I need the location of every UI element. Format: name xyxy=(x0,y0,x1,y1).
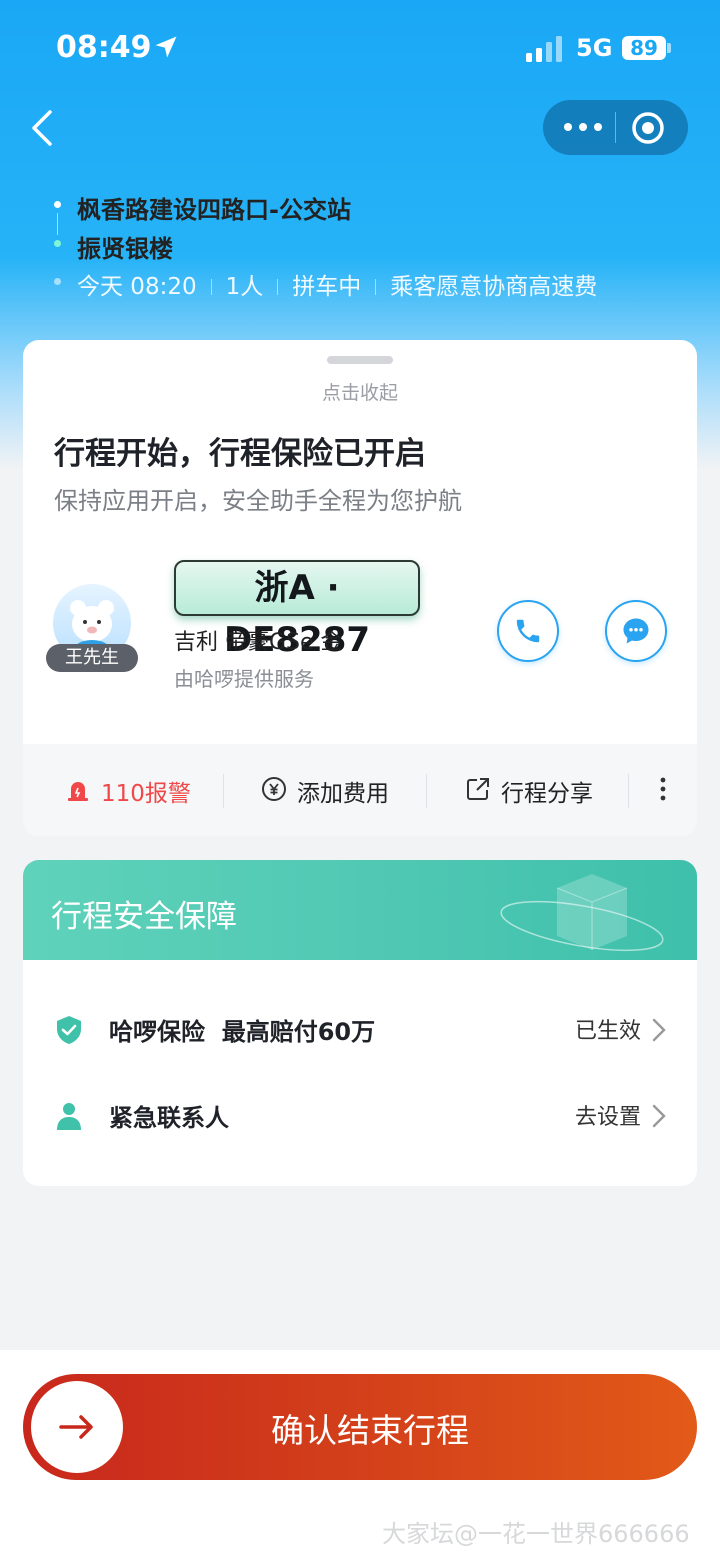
vertical-dots-icon[interactable] xyxy=(653,774,673,804)
route-line xyxy=(57,213,58,235)
trip-passengers: 1人 xyxy=(225,274,264,300)
emergency-contact-status: 去设置 xyxy=(574,1105,641,1130)
route-dot-meta xyxy=(54,278,61,285)
trip-mode: 拼车中 xyxy=(292,274,362,300)
trip-time: 今天 08:20 xyxy=(77,274,197,300)
service-provider: 由哈啰提供服务 xyxy=(174,667,314,691)
trip-origin: 枫香路建设四路口-公交站 xyxy=(77,196,351,224)
insurance-row[interactable]: 哈啰保险 最高赔付60万 已生效 xyxy=(23,1000,697,1060)
insurance-label: 哈啰保险 最高赔付60万 xyxy=(109,1018,376,1046)
location-arrow-icon xyxy=(155,36,177,58)
emergency-contact-row[interactable]: 紧急联系人 去设置 xyxy=(23,1086,697,1146)
license-plate: 浙A · DE8287 xyxy=(174,560,420,660)
battery-tip xyxy=(667,43,671,53)
share-icon xyxy=(467,778,489,800)
safety-title: 行程安全保障 xyxy=(51,899,237,935)
route-dot-start xyxy=(54,201,61,208)
mini-program-capsule xyxy=(543,100,688,155)
status-bar: 08:49 5G 89 xyxy=(0,0,720,96)
watermark: 大家坛@一花一世界666666 xyxy=(382,1520,690,1548)
collapse-toggle[interactable]: 点击收起 xyxy=(23,378,697,405)
target-icon[interactable] xyxy=(631,111,665,145)
alarm-icon xyxy=(68,782,88,801)
cube-decoration-icon xyxy=(500,874,664,952)
divider xyxy=(426,774,427,808)
confirm-end-trip-button[interactable]: 确认结束行程 xyxy=(23,1374,697,1480)
share-trip-label: 行程分享 xyxy=(501,781,593,807)
divider xyxy=(375,279,377,295)
emergency-contact-label: 紧急联系人 xyxy=(109,1104,229,1132)
trip-meta: 今天 08:20 1人 拼车中 乘客愿意协商高速费 xyxy=(77,267,597,301)
phone-icon xyxy=(516,619,540,643)
divider xyxy=(628,774,629,808)
capsule-divider xyxy=(615,112,616,143)
trip-note: 乘客愿意协商高速费 xyxy=(390,274,598,300)
car-model: 吉利 帝豪GSe 金 xyxy=(174,630,343,655)
divider xyxy=(210,279,212,295)
status-time: 08:49 xyxy=(56,30,152,65)
action-bar: 110报警 添加费用 行程分享 xyxy=(23,744,697,836)
route-dot-end xyxy=(54,240,61,247)
shield-check-icon xyxy=(57,1016,81,1044)
driver-name: 王先生 xyxy=(46,644,138,672)
battery-indicator: 89 xyxy=(622,36,666,60)
divider xyxy=(223,774,224,808)
trip-destination: 振贤银楼 xyxy=(77,235,173,263)
yuan-icon xyxy=(262,777,286,801)
call-driver-button[interactable] xyxy=(497,600,559,662)
drag-handle[interactable] xyxy=(327,356,393,364)
more-dots-icon[interactable] xyxy=(563,114,603,140)
confirm-end-trip-label: 确认结束行程 xyxy=(271,1411,469,1450)
add-fee-label: 添加费用 xyxy=(297,781,389,807)
trip-headline: 行程开始，行程保险已开启 xyxy=(54,436,426,472)
safety-card-header: 行程安全保障 xyxy=(23,860,697,960)
chevron-right-icon xyxy=(652,1104,666,1128)
trip-subline: 保持应用开启，安全助手全程为您护航 xyxy=(54,487,462,515)
police-label: 110报警 xyxy=(101,781,191,807)
network-type: 5G xyxy=(576,34,613,62)
chat-icon xyxy=(623,618,649,644)
safety-card: 行程安全保障 哈啰保险 最高赔付60万 已生效 紧急联系人 去设置 xyxy=(23,860,697,1186)
insurance-status: 已生效 xyxy=(574,1019,641,1044)
person-icon xyxy=(57,1103,81,1130)
divider xyxy=(277,279,279,295)
signal-icon xyxy=(526,36,562,62)
trip-status-card: 点击收起 行程开始，行程保险已开启 保持应用开启，安全助手全程为您护航 王先生 … xyxy=(23,340,697,836)
chevron-right-icon xyxy=(652,1018,666,1042)
message-driver-button[interactable] xyxy=(605,600,667,662)
back-chevron-icon[interactable] xyxy=(28,108,58,148)
